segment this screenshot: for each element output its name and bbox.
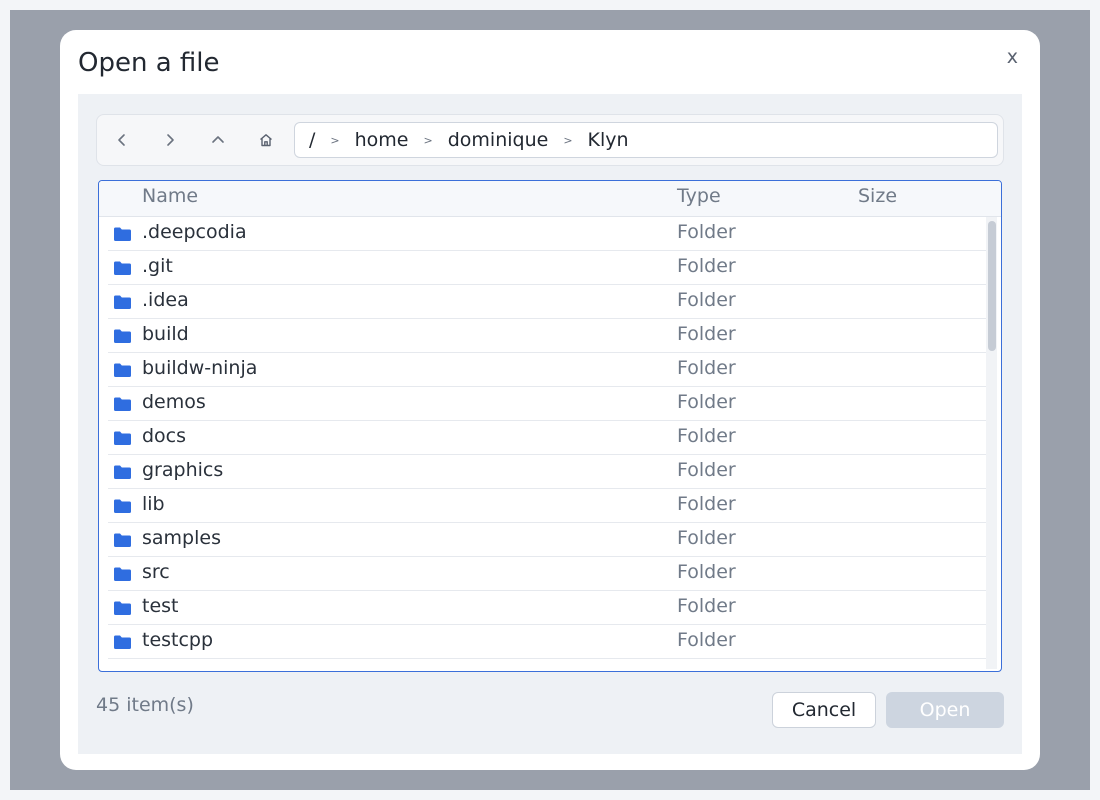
file-type: Folder (677, 323, 736, 345)
file-name: .git (142, 255, 173, 277)
file-type: Folder (677, 459, 736, 481)
scrollbar-thumb[interactable] (988, 221, 996, 351)
file-name: demos (142, 391, 206, 413)
table-row[interactable]: .deepcodia Folder (108, 217, 992, 251)
folder-icon (114, 227, 131, 241)
file-name: src (142, 561, 170, 583)
vertical-scrollbar[interactable] (986, 217, 997, 669)
breadcrumb-dominique[interactable]: dominique (448, 129, 549, 151)
table-header: Name Type Size (99, 181, 1001, 217)
breadcrumb-klyn[interactable]: Klyn (588, 129, 629, 151)
breadcrumb: / > home > dominique > Klyn (294, 122, 998, 158)
forward-button[interactable] (157, 127, 183, 153)
file-name: .deepcodia (142, 221, 247, 243)
file-name: build (142, 323, 189, 345)
file-type: Folder (677, 595, 736, 617)
table-row[interactable]: lib Folder (108, 489, 992, 523)
file-name: lib (142, 493, 165, 515)
table-row[interactable]: samples Folder (108, 523, 992, 557)
dialog-body: / > home > dominique > Klyn Name Type Si… (78, 94, 1022, 754)
file-type: Folder (677, 561, 736, 583)
table-row[interactable]: .idea Folder (108, 285, 992, 319)
file-name: buildw-ninja (142, 357, 258, 379)
up-button[interactable] (205, 127, 231, 153)
folder-icon (114, 465, 131, 479)
dialog-title: Open a file (78, 48, 220, 78)
file-type: Folder (677, 425, 736, 447)
file-type: Folder (677, 255, 736, 277)
file-type: Folder (677, 289, 736, 311)
file-name: test (142, 595, 179, 617)
item-count: 45 item(s) (96, 694, 194, 716)
file-name: testcpp (142, 629, 214, 651)
file-type: Folder (677, 527, 736, 549)
table-row[interactable]: graphics Folder (108, 455, 992, 489)
table-row[interactable]: testcpp Folder (108, 625, 992, 659)
chevron-up-icon (212, 136, 224, 143)
file-name: graphics (142, 459, 224, 481)
column-header-type[interactable]: Type (677, 185, 721, 207)
home-button[interactable] (253, 127, 279, 153)
folder-icon (114, 635, 131, 649)
home-icon (260, 134, 272, 147)
column-header-size[interactable]: Size (858, 185, 897, 207)
breadcrumb-home[interactable]: home (355, 129, 409, 151)
table-row[interactable]: test Folder (108, 591, 992, 625)
breadcrumb-root[interactable]: / (309, 129, 315, 151)
breadcrumb-separator: > (423, 133, 433, 147)
column-header-name[interactable]: Name (142, 185, 198, 207)
file-name: docs (142, 425, 187, 447)
open-file-dialog: Open a file x / > home > dominique > Kly… (60, 30, 1040, 770)
folder-icon (114, 567, 131, 581)
folder-icon (114, 499, 131, 513)
chevron-left-icon (118, 134, 125, 146)
table-row[interactable]: buildw-ninja Folder (108, 353, 992, 387)
folder-icon (114, 397, 131, 411)
file-list: Name Type Size .deepcodia Folder .git Folde… (98, 180, 1002, 672)
open-button[interactable]: Open (886, 692, 1004, 728)
close-button[interactable]: x (1007, 46, 1018, 68)
file-type: Folder (677, 391, 736, 413)
table-row[interactable]: build Folder (108, 319, 992, 353)
folder-icon (114, 295, 131, 309)
folder-icon (114, 601, 131, 615)
folder-icon (114, 363, 131, 377)
chevron-right-icon (167, 134, 174, 146)
folder-icon (114, 431, 131, 445)
navigation-bar: / > home > dominique > Klyn (96, 114, 1004, 166)
file-name: .idea (142, 289, 189, 311)
table-row[interactable]: .git Folder (108, 251, 992, 285)
file-type: Folder (677, 493, 736, 515)
breadcrumb-separator: > (330, 133, 340, 147)
breadcrumb-separator: > (563, 133, 573, 147)
file-type: Folder (677, 221, 736, 243)
file-type: Folder (677, 357, 736, 379)
folder-icon (114, 261, 131, 275)
folder-icon (114, 329, 131, 343)
table-row[interactable]: src Folder (108, 557, 992, 591)
file-type: Folder (677, 629, 736, 651)
file-name: samples (142, 527, 221, 549)
cancel-button[interactable]: Cancel (772, 692, 876, 728)
folder-icon (114, 533, 131, 547)
back-button[interactable] (109, 127, 135, 153)
table-row[interactable]: demos Folder (108, 387, 992, 421)
file-rows: .deepcodia Folder .git Folder .idea Folder bui… (108, 217, 992, 659)
table-row[interactable]: docs Folder (108, 421, 992, 455)
